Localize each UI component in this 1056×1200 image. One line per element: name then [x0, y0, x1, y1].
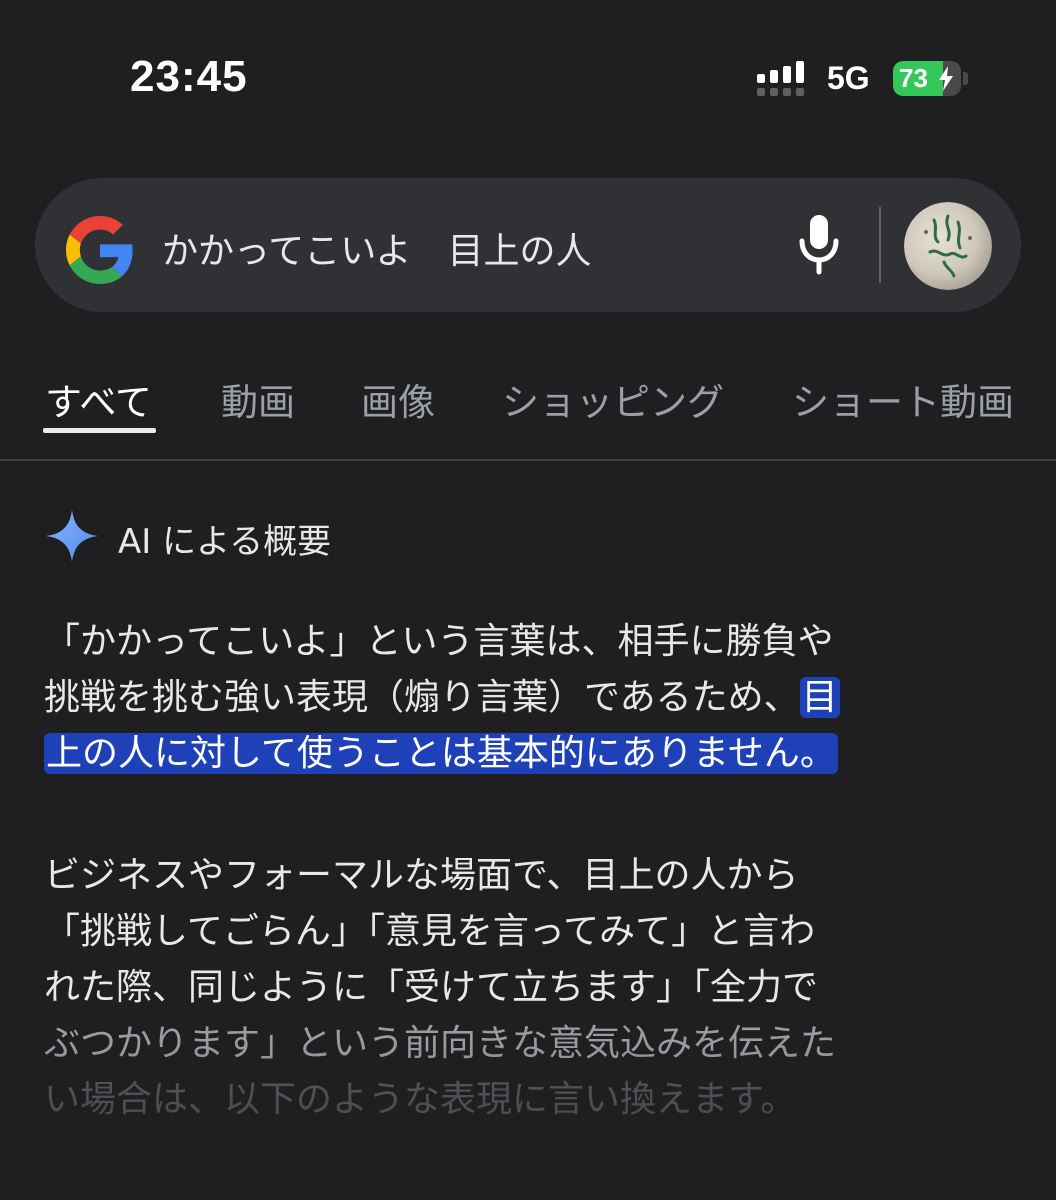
sparkle-icon — [46, 510, 98, 562]
paragraph-line: 挑戦を挑む強い表現（煽り言葉）であるため、目 — [44, 670, 1004, 726]
battery-cap — [963, 72, 968, 85]
network-type-label: 5G — [827, 60, 870, 96]
paragraph-text: 挑戦を挑む強い表現（煽り言葉）であるため、 — [44, 677, 800, 718]
highlighted-text: 上の人に対して使うことは基本的にありません。 — [44, 733, 838, 774]
battery-body: 73 — [893, 61, 961, 96]
tab-images[interactable]: 画像 — [361, 372, 435, 426]
avatar-image — [904, 202, 992, 290]
microphone-icon[interactable] — [796, 213, 842, 275]
tab-videos[interactable]: 動画 — [221, 372, 295, 426]
search-divider — [879, 207, 881, 283]
tabs-divider — [0, 459, 1056, 461]
avatar[interactable] — [904, 202, 992, 290]
tab-shopping[interactable]: ショッピング — [502, 372, 724, 426]
battery-percent: 73 — [899, 63, 928, 93]
search-input[interactable]: かかってこいよ 目上の人 — [162, 222, 591, 274]
battery-indicator: 73 — [893, 61, 969, 96]
tab-all[interactable]: すべて — [45, 372, 152, 426]
paragraph-line: ぶつかります」という前向きな意気込みを伝えた — [44, 1023, 837, 1064]
ai-overview-title: AI による概要 — [118, 522, 332, 562]
paragraph-line: い場合は、以下のような表現に言い換えます。 — [44, 1079, 797, 1120]
status-bar: 23:45 5G 73 — [0, 0, 1056, 150]
paragraph-line: れた際、同じように「受けて立ちます」「全力で — [44, 967, 819, 1008]
status-time: 23:45 — [130, 52, 248, 101]
paragraph-line: ビジネスやフォーマルな場面で、目上の人から — [44, 855, 799, 896]
signal-icon — [757, 61, 804, 96]
paragraph-line: 「かかってこいよ」という言葉は、相手に勝負や — [44, 621, 834, 662]
search-tabs: すべて 動画 画像 ショッピング ショート動画 — [0, 340, 1056, 462]
google-g-icon — [66, 216, 133, 284]
highlighted-text: 目 — [799, 677, 840, 718]
charging-bolt-icon — [939, 66, 953, 91]
ai-overview-paragraph-1: 「かかってこいよ」という言葉は、相手に勝負や 挑戦を挑む強い表現（煽り言葉）であ… — [44, 614, 1004, 782]
tab-short-videos[interactable]: ショート動画 — [792, 372, 1014, 426]
ai-overview-paragraph-2: ビジネスやフォーマルな場面で、目上の人から 「挑戦してごらん」「意見を言ってみて… — [44, 848, 1004, 1128]
active-tab-indicator — [43, 428, 156, 433]
paragraph-line: 上の人に対して使うことは基本的にありません。 — [44, 726, 1004, 782]
paragraph-line: 「挑戦してごらん」「意見を言ってみて」と言わ — [44, 911, 816, 952]
